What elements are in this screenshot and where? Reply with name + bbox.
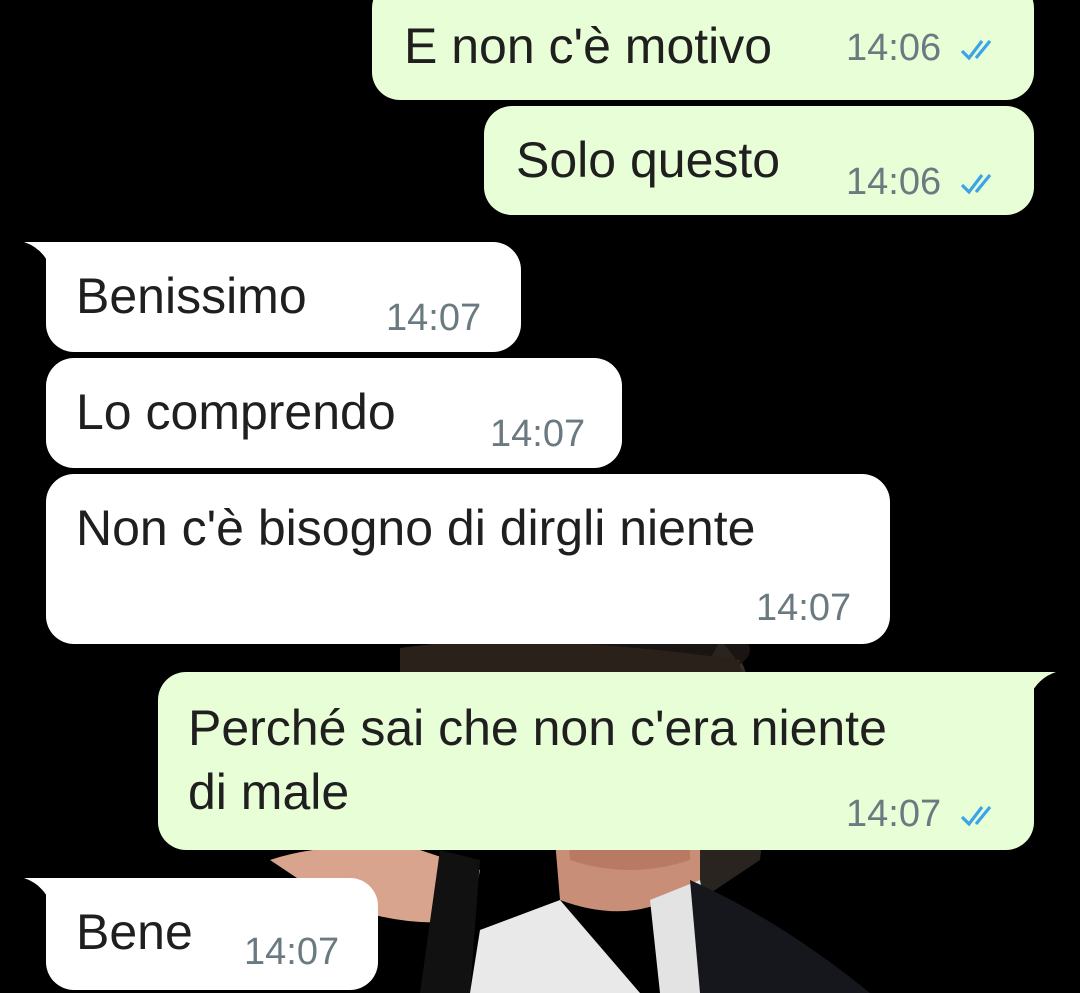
message-text-line-1: Perché sai che non c'era niente bbox=[188, 700, 887, 756]
outgoing-message[interactable]: Perché sai che non c'era niente di male … bbox=[158, 672, 1056, 850]
bubble-tail bbox=[24, 878, 50, 902]
message-meta: 14:07 bbox=[846, 794, 1004, 834]
message-time: 14:07 bbox=[244, 931, 340, 973]
message-text: Benissimo bbox=[76, 268, 307, 324]
message-meta: 14:06 bbox=[846, 28, 1004, 68]
message-text: Solo questo bbox=[516, 132, 781, 188]
incoming-message[interactable]: Bene 14:07 bbox=[24, 878, 378, 990]
double-check-read-icon bbox=[960, 805, 991, 827]
message-text: Lo comprendo bbox=[76, 384, 396, 440]
message-text: E non c'è motivo bbox=[404, 18, 773, 74]
bubble-tail bbox=[1030, 672, 1056, 696]
double-check-read-icon bbox=[960, 39, 991, 61]
incoming-message[interactable]: Lo comprendo 14:07 bbox=[46, 358, 622, 468]
message-text: Bene bbox=[76, 904, 193, 960]
incoming-message[interactable]: Non c'è bisogno di dirgli niente 14:07 bbox=[46, 474, 890, 644]
message-time: 14:07 bbox=[490, 413, 586, 455]
message-time: 14:07 bbox=[846, 793, 942, 835]
message-time: 14:07 bbox=[386, 297, 482, 339]
message-text: Non c'è bisogno di dirgli niente bbox=[76, 500, 756, 556]
message-time: 14:06 bbox=[846, 161, 942, 203]
message-time: 14:07 bbox=[756, 587, 852, 629]
message-text-line-2: di male bbox=[188, 764, 350, 820]
outgoing-message[interactable]: Solo questo 14:06 bbox=[484, 106, 1034, 215]
outgoing-message[interactable]: E non c'è motivo 14:06 bbox=[372, 0, 1034, 100]
bubble-tail bbox=[24, 242, 50, 266]
message-meta: 14:06 bbox=[846, 162, 1004, 202]
chat-message-list[interactable]: E non c'è motivo 14:06 Solo questo 14:06… bbox=[0, 0, 1080, 993]
message-time: 14:06 bbox=[846, 27, 942, 69]
incoming-message[interactable]: Benissimo 14:07 bbox=[24, 242, 521, 352]
double-check-read-icon bbox=[960, 173, 991, 195]
